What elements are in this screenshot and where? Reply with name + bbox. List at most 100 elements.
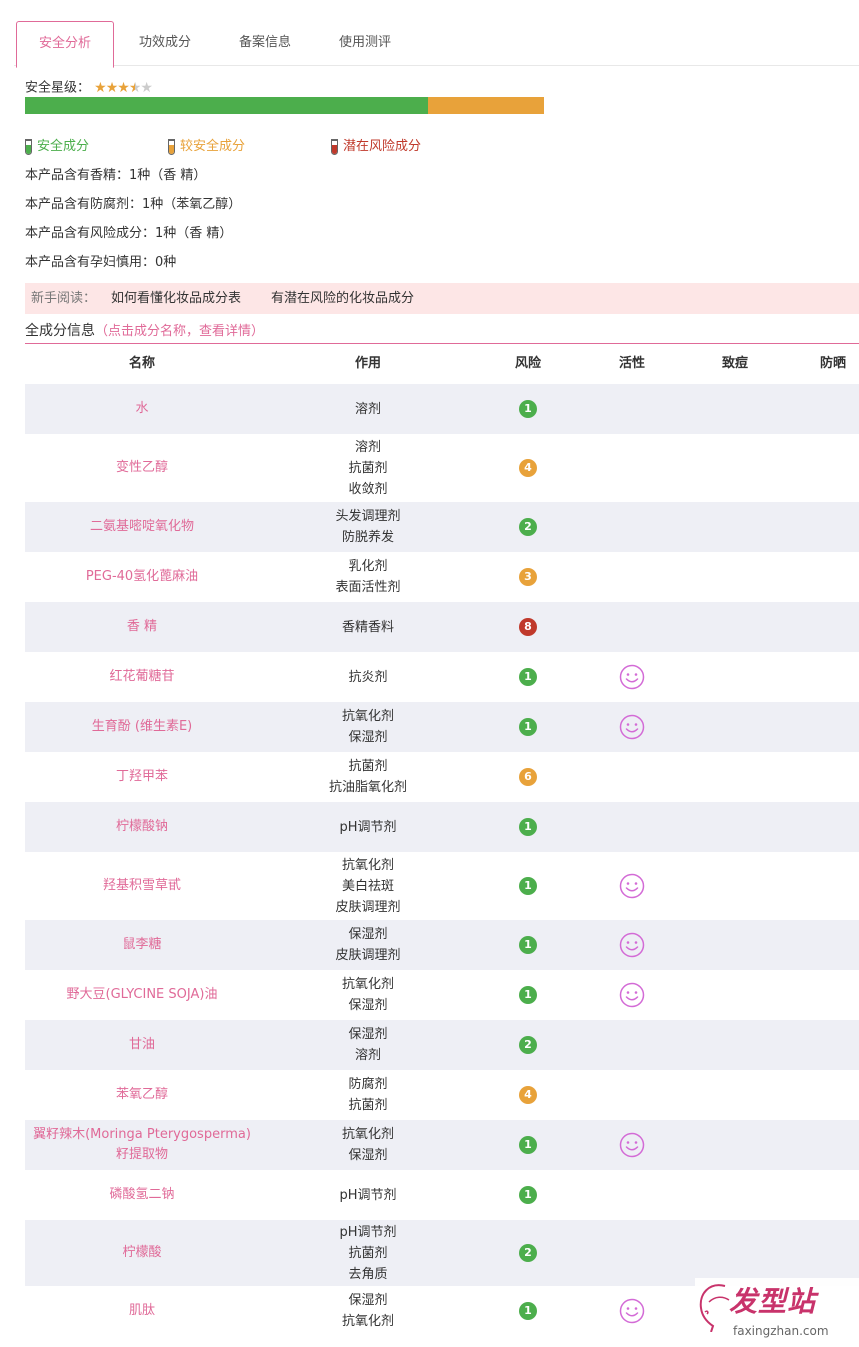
function-label: 抗菌剂 [348,759,388,774]
function-label: 溶剂 [354,401,381,417]
risk-badge: 2 [519,1036,537,1054]
ingredient-functions: 保湿剂 皮肤调理剂 [268,920,468,970]
smiley-icon [619,714,645,740]
ingredient-functions: 保湿剂 抗氧化剂 [268,1286,468,1336]
watermark-logo: 发型站 [729,1285,817,1318]
function-label: 抗氧化剂 [341,1314,394,1329]
function-label: 防腐剂 [348,1077,388,1092]
tab-user-reviews[interactable]: 使用测评 [326,21,404,65]
function-label: 表面活性剂 [335,580,401,595]
risk-badge: 1 [519,1136,537,1154]
table-row: 红花葡糖苷 抗炎剂 1 [25,652,859,702]
risk-badge: 1 [519,1186,537,1204]
risk-badge: 1 [519,400,537,418]
header-function: 作用 [354,356,381,371]
function-label: 皮肤调理剂 [335,899,401,915]
function-label: 保湿剂 [348,1293,388,1308]
section-title: 全成分信息（点击成分名称，查看详情） [25,320,264,342]
test-tube-red-icon [331,139,338,155]
legend-safe: 安全成分 [25,137,89,157]
ingredient-name-link[interactable]: 肌肽 [25,1286,259,1336]
ingredient-name-link[interactable]: 水 [25,384,259,434]
tab-safety-analysis[interactable]: 安全分析 [16,21,114,68]
function-label: 皮肤调理剂 [335,948,401,963]
ingredient-functions: 抗炎剂 [268,652,468,702]
ingredient-name-link[interactable]: 鼠李糖 [25,920,259,970]
ingredient-functions: pH调节剂 [268,1170,468,1220]
legend-medium: 较安全成分 [168,137,245,157]
ingredient-functions: pH调节剂 [268,802,468,852]
ingredient-name-link[interactable]: 磷酸氢二钠 [25,1170,259,1220]
rating-label: 安全星级： [25,80,91,96]
ingredient-name-link[interactable]: 变性乙醇 [25,434,259,502]
smiley-icon [619,1132,645,1158]
table-row: 鼠李糖 保湿剂 皮肤调理剂 1 [25,920,859,970]
function-label: pH调节剂 [339,1187,397,1203]
safety-bar-medium [428,97,544,114]
table-row: 磷酸氢二钠 pH调节剂 1 [25,1170,859,1220]
header-risk: 风险 [514,356,541,371]
table-row: 变性乙醇 溶剂 抗菌剂 收敛剂 4 [25,434,859,502]
function-label: 抗菌剂 [348,1098,388,1113]
safety-bar-safe [25,97,428,114]
function-label: 保湿剂 [348,927,388,942]
function-label: 保湿剂 [348,730,388,745]
risk-badge: 2 [519,1244,537,1262]
legend-risk: 潜在风险成分 [331,137,421,157]
guide-link-risky-ingredients[interactable]: 有潜在风险的化妆品成分 [271,283,414,314]
function-label: 去角质 [348,1266,388,1282]
face-logo-icon [699,1284,730,1332]
ingredient-functions: 香精香料 [268,602,468,652]
risk-badge: 2 [519,518,537,536]
section-title-text: 全成分信息 [25,323,95,339]
risk-badge: 4 [519,459,537,477]
ingredient-name-link[interactable]: PEG-40氢化蓖麻油 [25,552,259,602]
smiley-icon [619,982,645,1008]
function-label: 抗氧化剂 [341,1127,394,1142]
ingredient-name-link[interactable]: 香 精 [25,602,259,652]
header-acne: 致痘 [721,356,748,371]
header-activity: 活性 [618,356,645,371]
ingredient-name-link[interactable]: 红花葡糖苷 [25,652,259,702]
function-label: 抗菌剂 [348,1245,388,1261]
risk-badge: 1 [519,668,537,686]
function-label: 香精香料 [341,619,394,635]
ingredient-functions: 抗氧化剂 保湿剂 [268,1120,468,1170]
ingredient-functions: 溶剂 [268,384,468,434]
function-label: 抗炎剂 [348,669,388,685]
function-label: pH调节剂 [339,819,397,835]
function-label: 抗氧化剂 [341,709,394,724]
function-label: 收敛剂 [348,481,388,497]
table-row: 生育酚 (维生素E) 抗氧化剂 保湿剂 1 [25,702,859,752]
tab-registration-info[interactable]: 备案信息 [226,21,304,65]
risk-badge: 1 [519,986,537,1004]
stat-pregnancy: 本产品含有孕妇慎用：0种 [25,255,177,270]
risk-badge: 1 [519,1302,537,1320]
ingredient-name-link[interactable]: 柠檬酸 [25,1220,259,1286]
ingredient-name-link[interactable]: 翼籽辣木(Moringa Pterygosperma)籽提取物 [25,1120,259,1170]
ingredient-name-link[interactable]: 野大豆(GLYCINE SOJA)油 [25,970,259,1020]
risk-badge: 1 [519,877,537,895]
risk-badge: 3 [519,568,537,586]
ingredient-name-link[interactable]: 甘油 [25,1020,259,1070]
star-icon: ★ [105,80,119,96]
table-row: 羟基积雪草甙 抗氧化剂 美白祛斑 皮肤调理剂 1 [25,852,859,920]
guide-link-read-ingredients[interactable]: 如何看懂化妆品成分表 [111,283,241,314]
section-hint: （点击成分名称，查看详情） [95,324,265,339]
ingredient-functions: 乳化剂 表面活性剂 [268,552,468,602]
function-label: 抗氧化剂 [341,857,394,873]
ingredient-functions: pH调节剂抗菌剂去角质 [268,1220,468,1286]
ingredient-name-link[interactable]: 二氨基嘧啶氧化物 [25,502,259,552]
ingredient-name-link[interactable]: 丁羟甲苯 [25,752,259,802]
tab-efficacy-ingredients[interactable]: 功效成分 [126,21,204,65]
ingredient-name-link[interactable]: 生育酚 (维生素E) [25,702,259,752]
ingredient-name-link[interactable]: 羟基积雪草甙 [25,852,259,920]
ingredient-name-link[interactable]: 苯氧乙醇 [25,1070,259,1120]
table-row: 柠檬酸钠 pH调节剂 1 [25,802,859,852]
ingredient-name-link[interactable]: 柠檬酸钠 [25,802,259,852]
function-label: 乳化剂 [348,559,388,574]
table-header: 名称 作用 风险 活性 致痘 防晒 [25,344,859,384]
function-label: pH调节剂 [339,1224,397,1240]
star-icon: ★ [140,80,153,96]
header-name: 名称 [128,356,155,371]
